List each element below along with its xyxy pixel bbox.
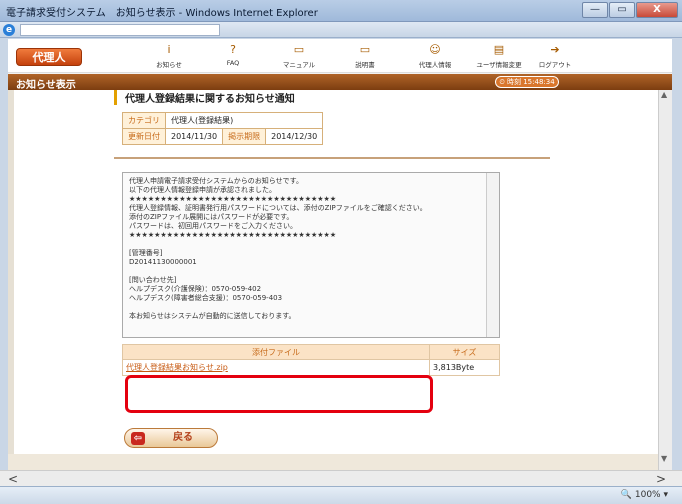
nav-label: ログアウト [538, 61, 572, 69]
back-button-label: 戻る [173, 432, 193, 443]
book-icon: ▭ [293, 43, 305, 56]
zoom-level[interactable]: 🔍 100% ▾ [621, 490, 668, 500]
nav-guide[interactable]: ▭ 説明書 [340, 43, 390, 71]
nav-label: お知らせ [156, 61, 182, 69]
faq-icon: ? [230, 43, 236, 56]
back-arrow-icon: ⇦ [131, 432, 145, 445]
close-button[interactable]: X [636, 2, 678, 18]
nav-agent-info[interactable]: ☺ 代理人情報 [410, 43, 460, 71]
attachment-size: 3,813Byte [429, 359, 500, 376]
updated-value: 2014/11/30 [164, 128, 224, 145]
attachment-header-size: サイズ [429, 344, 500, 360]
nav-label: FAQ [226, 59, 240, 67]
address-field[interactable] [20, 24, 220, 36]
maximize-button[interactable]: ▭ [609, 2, 635, 18]
category-label: カテゴリ [122, 112, 166, 129]
divider [114, 157, 550, 159]
minimize-button[interactable]: — [582, 2, 608, 18]
scroll-right-icon[interactable]: > [656, 472, 666, 486]
address-bar: e [0, 22, 682, 38]
zoom-value: 100% [634, 490, 661, 500]
nav-label: マニュアル [282, 61, 316, 69]
attachment-link[interactable]: 代理人登録結果お知らせ.zip [122, 359, 430, 376]
scroll-left-icon[interactable]: < [8, 472, 18, 486]
category-value: 代理人(登録結果) [164, 112, 324, 129]
vertical-scrollbar[interactable]: ▲ ▼ [658, 90, 672, 470]
logout-icon: ➔ [550, 43, 560, 56]
period-value: 2014/12/30 [265, 128, 324, 145]
page-title: 代理人登録結果に関するお知らせ通知 [114, 90, 295, 105]
status-bar: 🔍 100% ▾ [0, 486, 682, 504]
nav-user-settings[interactable]: ▤ ユーザ情報変更 [474, 43, 524, 71]
nav-label: ユーザ情報変更 [476, 61, 522, 69]
ie-logo-icon: e [3, 24, 15, 36]
scroll-down-icon[interactable]: ▼ [661, 454, 667, 463]
document-icon: ▭ [359, 43, 371, 56]
nav-label: 代理人情報 [418, 61, 452, 69]
left-strip [8, 90, 14, 454]
role-button[interactable]: 代理人 [16, 48, 82, 66]
horizontal-scrollbar[interactable]: < > [0, 470, 682, 486]
notice-message[interactable]: 代理人申請電子請求受付システムからのお知らせです。 以下の代理人情報登録申請が承… [122, 172, 500, 338]
info-icon: i [167, 43, 171, 56]
scroll-up-icon[interactable]: ▲ [661, 90, 667, 99]
message-scrollbar[interactable] [486, 173, 499, 337]
nav-faq[interactable]: ? FAQ [208, 43, 258, 71]
breadcrumb-bar: お知らせ表示 ⏲ 時刻 15:48:34 [8, 74, 672, 91]
breadcrumb: お知らせ表示 [16, 80, 76, 91]
attachment-header-file: 添付ファイル [122, 344, 430, 360]
back-button[interactable]: ⇦ 戻る [124, 428, 218, 448]
table-row: 代理人登録結果お知らせ.zip 3,813Byte [122, 359, 500, 376]
app-navigation: 代理人 i お知らせ ? FAQ ▭ マニュアル ▭ 説明書 ☺ 代理人情報 ▤… [8, 39, 672, 73]
footer-band [8, 454, 672, 470]
nav-logout[interactable]: ➔ ログアウト [530, 43, 580, 71]
window-title: 電子請求受付システム お知らせ表示 - Windows Internet Exp… [6, 8, 318, 19]
updated-label: 更新日付 [122, 128, 166, 145]
attachment-table: 添付ファイル サイズ 代理人登録結果お知らせ.zip 3,813Byte [122, 344, 500, 376]
settings-card-icon: ▤ [493, 43, 505, 56]
attachment-highlight [125, 375, 433, 413]
window-controls: — ▭ X [582, 2, 678, 18]
window-titlebar: 電子請求受付システム お知らせ表示 - Windows Internet Exp… [0, 0, 682, 22]
clock-badge: ⏲ 時刻 15:48:34 [495, 76, 559, 88]
period-label: 掲示期限 [222, 128, 267, 145]
nav-notices[interactable]: i お知らせ [144, 43, 194, 71]
notice-meta-table: カテゴリ 代理人(登録結果) 更新日付 2014/11/30 掲示期限 2014… [122, 112, 324, 145]
nav-manual[interactable]: ▭ マニュアル [274, 43, 324, 71]
nav-label: 説明書 [355, 61, 375, 69]
user-icon: ☺ [429, 43, 441, 56]
